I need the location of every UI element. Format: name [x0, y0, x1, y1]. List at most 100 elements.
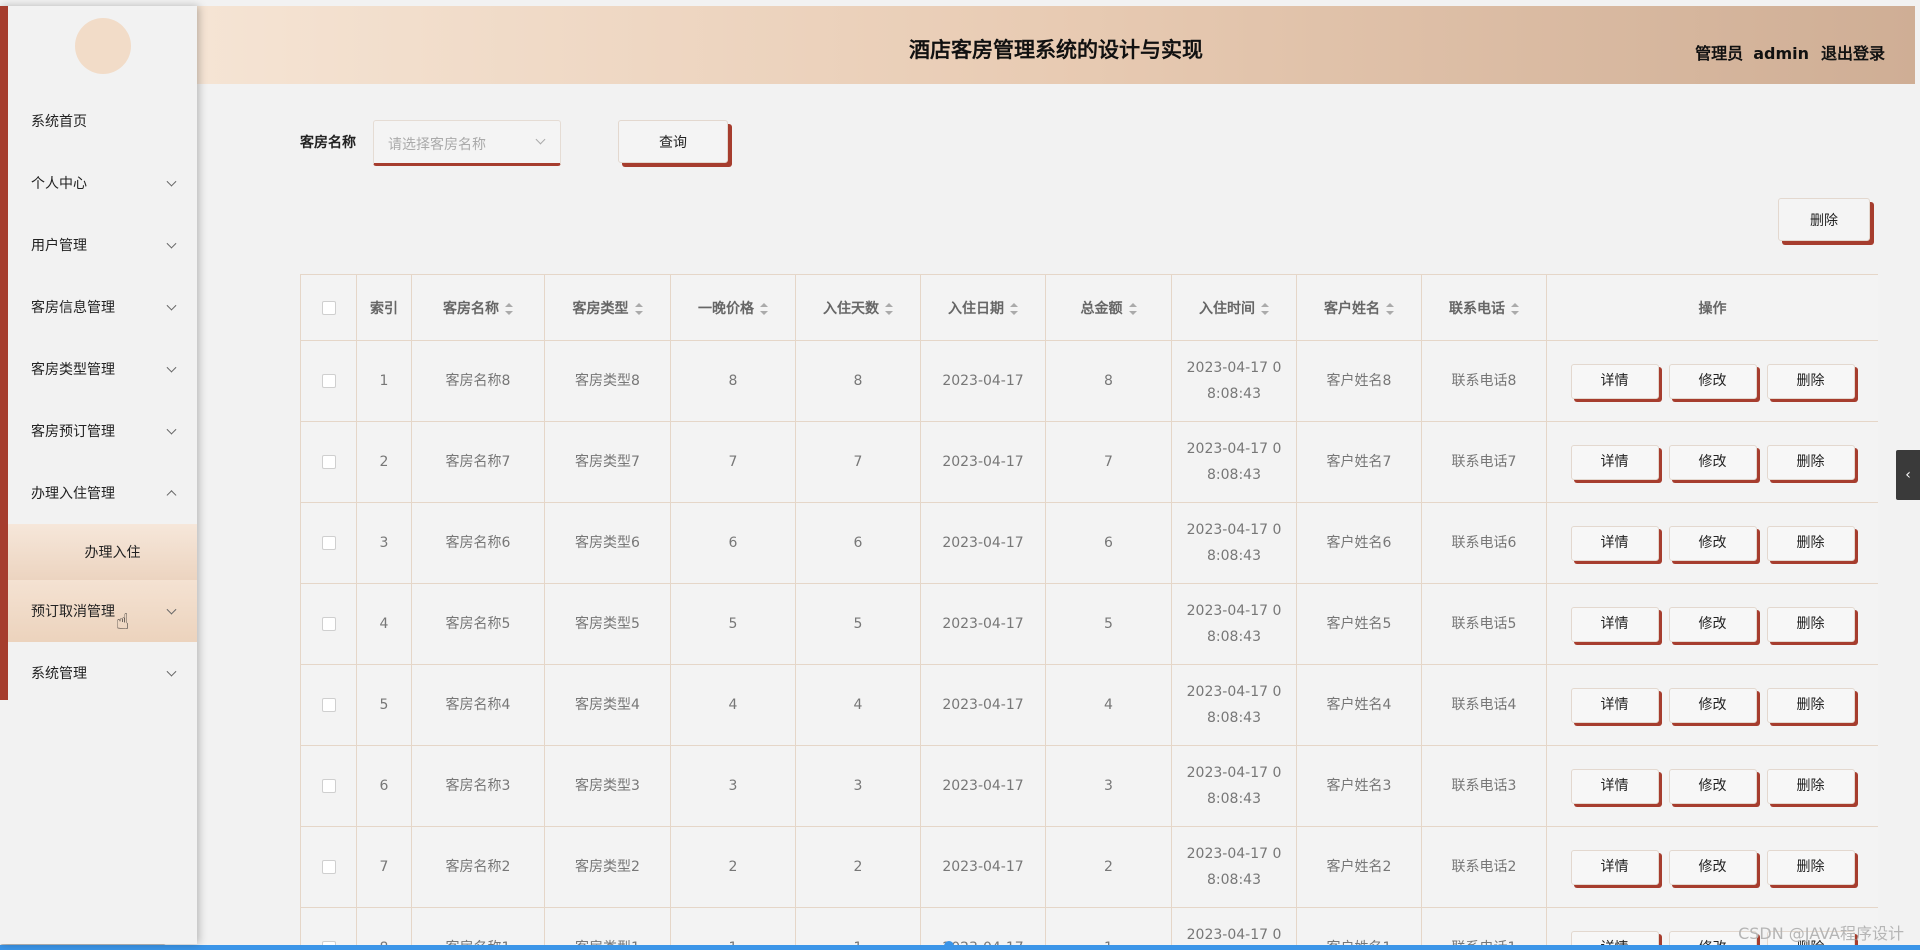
edit-button[interactable]: 修改 — [1668, 687, 1757, 723]
collapse-panel-button[interactable]: ‹ — [1896, 450, 1920, 500]
detail-button[interactable]: 详情 — [1570, 363, 1659, 399]
select-all-checkbox[interactable] — [321, 300, 336, 315]
sidebar-item-label: 客房信息管理 — [31, 300, 115, 316]
cell-checkin-time: 2023-04-17 0 8:08:43 — [1171, 502, 1297, 584]
logout-link[interactable]: 退出登录 — [1821, 44, 1885, 63]
room-name-select[interactable]: 请选择客房名称 — [373, 120, 561, 166]
header-price[interactable]: 一晚价格 — [670, 274, 796, 341]
row-checkbox[interactable] — [321, 698, 336, 712]
cell-checkin-time: 2023-04-17 0 8:08:43 — [1171, 664, 1297, 746]
detail-button[interactable]: 详情 — [1570, 687, 1659, 723]
row-checkbox[interactable] — [321, 860, 336, 874]
header-time[interactable]: 入住时间 — [1171, 274, 1297, 341]
row-checkbox[interactable] — [321, 374, 336, 388]
header-select-all[interactable] — [300, 274, 357, 341]
header-room-name[interactable]: 客房名称 — [411, 274, 545, 341]
sidebar-item-room-info[interactable]: 客房信息管理 — [8, 276, 197, 338]
cell-index: 7 — [356, 826, 412, 908]
sidebar-item-checkin-management[interactable]: 办理入住管理 — [8, 462, 197, 524]
cell-phone: 联系电话6 — [1421, 502, 1547, 584]
cell-customer: 客户姓名2 — [1296, 826, 1422, 908]
cell-actions: 详情修改删除 — [1546, 745, 1878, 827]
row-select-cell[interactable] — [300, 664, 357, 746]
cell-room-type: 客房类型8 — [544, 340, 671, 422]
cell-room-name: 客房名称4 — [411, 664, 545, 746]
cell-days: 6 — [795, 502, 921, 584]
sort-icon[interactable] — [1511, 302, 1519, 315]
batch-delete-button[interactable]: 删除 — [1778, 198, 1870, 241]
sort-icon[interactable] — [1010, 302, 1018, 315]
sidebar-item-user-management[interactable]: 用户管理 — [8, 214, 197, 276]
sidebar-item-cancel-booking[interactable]: 预订取消管理 — [8, 580, 197, 642]
delete-button[interactable]: 删除 — [1766, 687, 1855, 723]
row-checkbox[interactable] — [321, 455, 336, 469]
header-customer[interactable]: 客户姓名 — [1296, 274, 1422, 341]
detail-button[interactable]: 详情 — [1570, 444, 1659, 480]
detail-button[interactable]: 详情 — [1570, 606, 1659, 642]
sidebar-item-system-management[interactable]: 系统管理 — [8, 642, 197, 704]
sidebar-subitem-checkin[interactable]: 办理入住 — [8, 524, 197, 580]
sort-icon[interactable] — [1261, 302, 1269, 315]
row-select-cell[interactable] — [300, 502, 357, 584]
row-select-cell[interactable] — [300, 826, 357, 908]
edit-button[interactable]: 修改 — [1668, 363, 1757, 399]
time-line-1: 2023-04-17 0 — [1186, 522, 1282, 538]
sort-icon[interactable] — [1386, 302, 1394, 315]
row-actions: 详情修改删除 — [1547, 363, 1878, 399]
edit-button[interactable]: 修改 — [1668, 768, 1757, 804]
delete-button[interactable]: 删除 — [1766, 363, 1855, 399]
header-phone[interactable]: 联系电话 — [1421, 274, 1547, 341]
row-select-cell[interactable] — [300, 745, 357, 827]
query-button[interactable]: 查询 — [618, 120, 728, 163]
cell-actions: 详情修改删除 — [1546, 502, 1878, 584]
sidebar-item-home[interactable]: 系统首页 — [8, 90, 197, 152]
sidebar-item-label: 用户管理 — [31, 238, 87, 254]
cell-room-name: 客房名称8 — [411, 340, 545, 422]
edit-button[interactable]: 修改 — [1668, 525, 1757, 561]
cell-days: 8 — [795, 340, 921, 422]
row-select-cell[interactable] — [300, 907, 357, 950]
row-select-cell[interactable] — [300, 340, 357, 422]
time-line-1: 2023-04-17 0 — [1186, 684, 1282, 700]
row-checkbox[interactable] — [321, 536, 336, 550]
delete-button[interactable]: 删除 — [1766, 444, 1855, 480]
edit-button[interactable]: 修改 — [1668, 444, 1757, 480]
edit-button[interactable]: 修改 — [1668, 849, 1757, 885]
edit-button[interactable]: 修改 — [1668, 606, 1757, 642]
delete-button[interactable]: 删除 — [1766, 606, 1855, 642]
time-line-2: 8:08:43 — [1207, 872, 1261, 888]
cell-date: 2023-04-17 — [920, 664, 1046, 746]
sidebar-item-label: 预订取消管理 — [31, 604, 115, 620]
row-select-cell[interactable] — [300, 421, 357, 503]
row-select-cell[interactable] — [300, 583, 357, 665]
cell-price: 7 — [670, 421, 796, 503]
sort-icon[interactable] — [505, 302, 513, 315]
sort-icon[interactable] — [760, 302, 768, 315]
sidebar-item-room-type[interactable]: 客房类型管理 — [8, 338, 197, 400]
cell-room-type: 客房类型2 — [544, 826, 671, 908]
detail-button[interactable]: 详情 — [1570, 768, 1659, 804]
row-checkbox[interactable] — [321, 617, 336, 631]
header-days[interactable]: 入住天数 — [795, 274, 921, 341]
cell-index: 2 — [356, 421, 412, 503]
cell-phone: 联系电话2 — [1421, 826, 1547, 908]
detail-button[interactable]: 详情 — [1570, 849, 1659, 885]
header-room-type[interactable]: 客房类型 — [544, 274, 671, 341]
row-actions: 详情修改删除 — [1547, 525, 1878, 561]
sort-icon[interactable] — [885, 302, 893, 315]
sort-icon[interactable] — [1128, 302, 1137, 315]
sort-icon[interactable] — [634, 302, 643, 315]
delete-button[interactable]: 删除 — [1766, 525, 1855, 561]
sidebar-item-personal-center[interactable]: 个人中心 — [8, 152, 197, 214]
cell-room-type: 客房类型4 — [544, 664, 671, 746]
row-checkbox[interactable] — [321, 779, 336, 793]
header-total[interactable]: 总金额 — [1045, 274, 1172, 341]
header-date[interactable]: 入住日期 — [920, 274, 1046, 341]
delete-button[interactable]: 删除 — [1766, 849, 1855, 885]
sidebar-item-room-booking[interactable]: 客房预订管理 — [8, 400, 197, 462]
avatar[interactable] — [75, 18, 131, 74]
detail-button[interactable]: 详情 — [1570, 525, 1659, 561]
row-actions: 详情修改删除 — [1547, 768, 1878, 804]
row-actions: 详情修改删除 — [1547, 849, 1878, 885]
delete-button[interactable]: 删除 — [1766, 768, 1855, 804]
